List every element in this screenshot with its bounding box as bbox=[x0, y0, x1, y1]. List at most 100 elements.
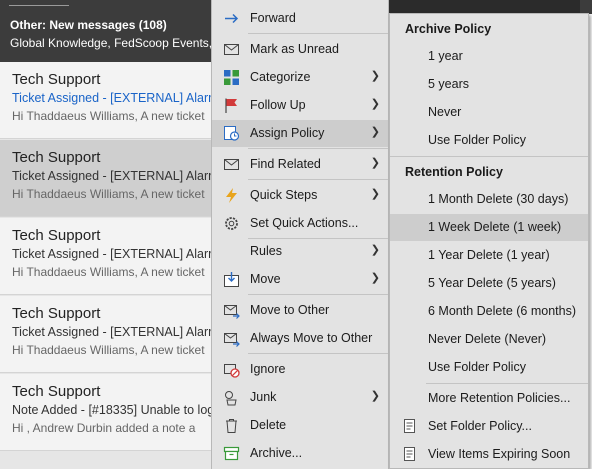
document-policy-icon bbox=[402, 418, 419, 435]
retention-option-label: Use Folder Policy bbox=[428, 360, 526, 374]
menu-item-label: Junk bbox=[250, 390, 277, 404]
message-sender: Tech Support bbox=[12, 227, 101, 244]
lightning-icon bbox=[223, 187, 240, 204]
menu-item-label: Assign Policy bbox=[250, 126, 325, 140]
retention-option-label: 1 Month Delete (30 days) bbox=[428, 192, 569, 206]
gear-icon bbox=[223, 215, 240, 232]
retention-option-label: 5 Year Delete (5 years) bbox=[428, 276, 556, 290]
message-item[interactable]: Tech Support Ticket Assigned - [EXTERNAL… bbox=[0, 296, 215, 373]
menu-separator bbox=[248, 148, 388, 149]
forward-arrow-icon bbox=[223, 10, 240, 27]
menu-item-label: Set Quick Actions... bbox=[250, 216, 359, 230]
assign-policy-submenu: Archive Policy 1 year 5 years Never Use … bbox=[389, 13, 589, 469]
menu-item-ignore[interactable]: Ignore bbox=[212, 356, 388, 383]
message-item-selected[interactable]: Tech Support Ticket Assigned - [EXTERNAL… bbox=[0, 140, 215, 217]
message-subject: Ticket Assigned - [EXTERNAL] Alarm bbox=[12, 247, 215, 261]
message-subject: Note Added - [#18335] Unable to log bbox=[12, 403, 215, 417]
set-folder-policy[interactable]: Set Folder Policy... bbox=[390, 413, 588, 440]
menu-item-find-related[interactable]: Find Related ❯ bbox=[212, 151, 388, 178]
message-preview: Hi Thaddaeus Williams, A new ticket bbox=[12, 343, 205, 357]
menu-item-rules[interactable]: Rules ❯ bbox=[212, 238, 388, 265]
message-preview: Hi Thaddaeus Williams, A new ticket bbox=[12, 187, 205, 201]
menu-item-categorize[interactable]: Categorize ❯ bbox=[212, 64, 388, 91]
header-senders: Global Knowledge, FedScoop Events, bbox=[10, 36, 213, 50]
message-list-header[interactable]: Other: New messages (108) Global Knowled… bbox=[0, 0, 215, 62]
message-subject: Ticket Assigned - [EXTERNAL] Alarm bbox=[12, 169, 215, 183]
menu-separator bbox=[248, 179, 388, 180]
ignore-icon bbox=[223, 361, 240, 378]
chevron-right-icon: ❯ bbox=[370, 126, 380, 138]
envelope-icon bbox=[223, 41, 240, 58]
archive-option-never[interactable]: Never bbox=[390, 99, 588, 126]
retention-option-5-year[interactable]: 5 Year Delete (5 years) bbox=[390, 270, 588, 297]
menu-separator bbox=[248, 33, 388, 34]
message-item[interactable]: Tech Support Ticket Assigned - [EXTERNAL… bbox=[0, 218, 215, 295]
retention-option-label: 1 Week Delete (1 week) bbox=[428, 220, 562, 234]
retention-option-1-year[interactable]: 1 Year Delete (1 year) bbox=[390, 242, 588, 269]
message-sender: Tech Support bbox=[12, 305, 101, 322]
menu-item-delete[interactable]: Delete bbox=[212, 412, 388, 439]
categorize-grid-icon bbox=[223, 69, 240, 86]
message-sender: Tech Support bbox=[12, 383, 101, 400]
menu-item-archive[interactable]: Archive... bbox=[212, 440, 388, 467]
menu-item-label: Delete bbox=[250, 418, 287, 432]
trash-icon bbox=[223, 417, 240, 434]
message-item[interactable]: Tech Support Ticket Assigned - [EXTERNAL… bbox=[0, 62, 215, 139]
menu-item-always-move-to-other[interactable]: Always Move to Other bbox=[212, 325, 388, 352]
policy-icon bbox=[223, 125, 240, 142]
document-expiring-icon bbox=[402, 446, 419, 463]
chevron-right-icon: ❯ bbox=[370, 157, 380, 169]
more-retention-policies[interactable]: More Retention Policies... bbox=[390, 385, 588, 412]
junk-icon bbox=[223, 389, 240, 406]
retention-option-label: 1 Year Delete (1 year) bbox=[428, 248, 550, 262]
message-item[interactable]: Tech Support Note Added - [#18335] Unabl… bbox=[0, 374, 215, 451]
message-sender: Tech Support bbox=[12, 71, 101, 88]
menu-separator bbox=[248, 353, 388, 354]
submenu-item-label: View Items Expiring Soon bbox=[428, 447, 571, 461]
move-icon bbox=[223, 271, 240, 288]
menu-item-move[interactable]: Move ❯ bbox=[212, 266, 388, 293]
message-preview: Hi Thaddaeus Williams, A new ticket bbox=[12, 265, 205, 279]
context-menu: Forward Mark as Unread Categorize ❯ Foll… bbox=[211, 0, 389, 469]
message-preview: Hi Thaddaeus Williams, A new ticket bbox=[12, 109, 205, 123]
menu-item-quick-steps[interactable]: Quick Steps ❯ bbox=[212, 182, 388, 209]
header-divider bbox=[9, 5, 69, 6]
menu-item-label: Quick Steps bbox=[250, 188, 318, 202]
chevron-right-icon: ❯ bbox=[370, 272, 380, 284]
menu-item-assign-policy[interactable]: Assign Policy ❯ bbox=[212, 120, 388, 147]
submenu-item-label: More Retention Policies... bbox=[428, 391, 571, 405]
retention-option-6-month[interactable]: 6 Month Delete (6 months) bbox=[390, 298, 588, 325]
header-title: Other: New messages (108) bbox=[10, 18, 167, 32]
menu-item-label: Always Move to Other bbox=[250, 331, 373, 345]
submenu-item-label: Set Folder Policy... bbox=[428, 419, 532, 433]
retention-option-label: 6 Month Delete (6 months) bbox=[428, 304, 576, 318]
menu-item-forward[interactable]: Forward bbox=[212, 5, 388, 32]
menu-item-move-to-other[interactable]: Move to Other bbox=[212, 297, 388, 324]
submenu-separator bbox=[426, 383, 588, 384]
retention-option-1-week[interactable]: 1 Week Delete (1 week) bbox=[390, 214, 588, 241]
retention-option-never[interactable]: Never Delete (Never) bbox=[390, 326, 588, 353]
view-items-expiring-soon[interactable]: View Items Expiring Soon bbox=[390, 441, 588, 468]
menu-item-set-quick-actions[interactable]: Set Quick Actions... bbox=[212, 210, 388, 237]
chevron-right-icon: ❯ bbox=[370, 244, 380, 256]
menu-item-mark-unread[interactable]: Mark as Unread bbox=[212, 36, 388, 63]
menu-item-follow-up[interactable]: Follow Up ❯ bbox=[212, 92, 388, 119]
archive-option-label: 1 year bbox=[428, 49, 463, 63]
chevron-right-icon: ❯ bbox=[370, 98, 380, 110]
reading-pane-header bbox=[580, 0, 592, 14]
archive-option-1-year[interactable]: 1 year bbox=[390, 43, 588, 70]
chevron-right-icon: ❯ bbox=[370, 70, 380, 82]
menu-item-label: Find Related bbox=[250, 157, 321, 171]
archive-option-use-folder-policy[interactable]: Use Folder Policy bbox=[390, 127, 588, 154]
archive-policy-header: Archive Policy bbox=[405, 22, 492, 36]
message-list: Other: New messages (108) Global Knowled… bbox=[0, 0, 215, 469]
archive-option-5-years[interactable]: 5 years bbox=[390, 71, 588, 98]
envelope-search-icon bbox=[223, 156, 240, 173]
menu-item-junk[interactable]: Junk ❯ bbox=[212, 384, 388, 411]
retention-option-use-folder-policy[interactable]: Use Folder Policy bbox=[390, 354, 588, 381]
retention-option-1-month[interactable]: 1 Month Delete (30 days) bbox=[390, 186, 588, 213]
retention-policy-header: Retention Policy bbox=[405, 165, 503, 179]
menu-item-label: Archive... bbox=[250, 446, 303, 460]
menu-separator bbox=[248, 294, 388, 295]
message-sender: Tech Support bbox=[12, 149, 101, 166]
